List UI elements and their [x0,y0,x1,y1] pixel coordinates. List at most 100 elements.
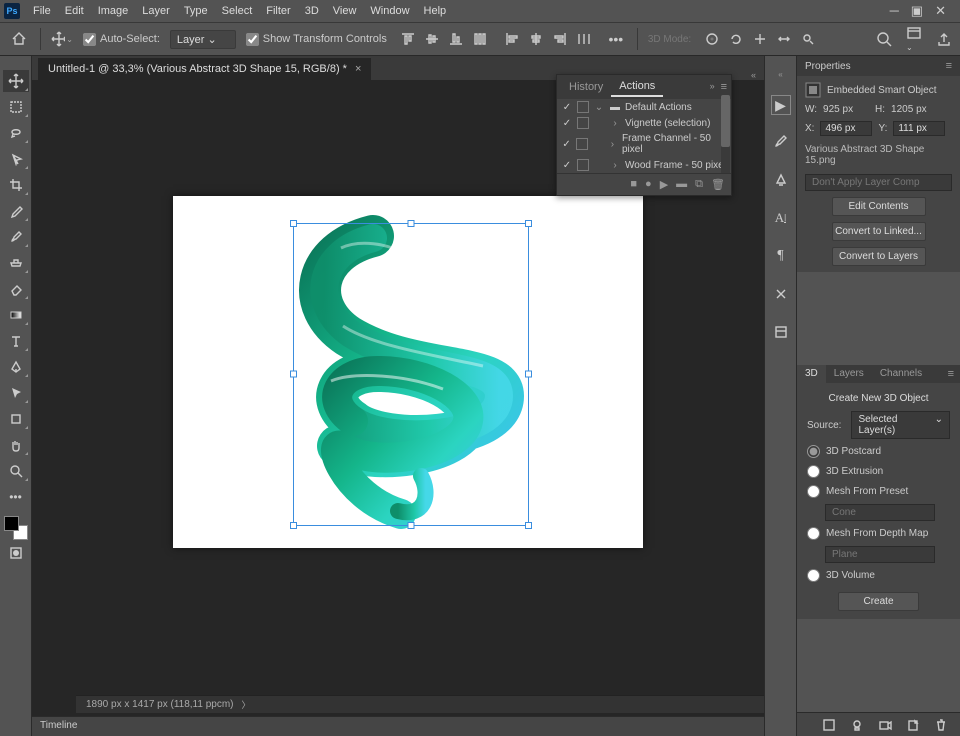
collapse-arrow-icon[interactable]: ⌄ [593,102,605,113]
auto-select-input[interactable] [83,33,96,46]
tab-history[interactable]: History [561,78,611,96]
check-icon[interactable]: ✓ [561,118,573,129]
collapse-strip-icon[interactable]: « [778,70,782,79]
clone-source-icon[interactable] [770,169,792,191]
menu-edit[interactable]: Edit [58,2,91,20]
play-icon[interactable]: ▶ [660,178,668,191]
trash-icon[interactable] [934,718,948,732]
align-hcenter-icon[interactable] [525,28,547,50]
document-tab[interactable]: Untitled-1 @ 33,3% (Various Abstract 3D … [38,58,371,80]
layer-comp-select[interactable]: Don't Apply Layer Comp [805,174,952,191]
transform-handle-w[interactable] [290,371,297,378]
properties-header[interactable]: Properties ≡ [797,56,960,76]
brush-tool[interactable] [3,226,29,248]
crop-tool[interactable] [3,174,29,196]
edit-contents-button[interactable]: Edit Contents [832,197,926,216]
menu-file[interactable]: File [26,2,58,20]
actions-panel[interactable]: History Actions » ≡ ✓ ⌄ ▬ Default Action… [556,74,732,196]
trash-icon[interactable]: 🗑 [711,178,725,191]
mode-box[interactable] [577,159,589,171]
render-icon[interactable] [822,718,836,732]
radio-mesh-preset[interactable]: Mesh From Preset [807,484,950,499]
convert-linked-button[interactable]: Convert to Linked... [832,222,926,241]
menu-help[interactable]: Help [417,2,454,20]
clone-stamp-tool[interactable] [3,252,29,274]
align-bottom-icon[interactable] [445,28,467,50]
status-menu-icon[interactable]: 〉 [242,698,251,711]
menu-window[interactable]: Window [363,2,416,20]
align-right-icon[interactable] [549,28,571,50]
menu-filter[interactable]: Filter [259,2,297,20]
transform-handle-sw[interactable] [290,522,297,529]
action-row[interactable]: ✓ › Vignette (selection) [557,115,731,131]
y-input[interactable] [893,121,945,136]
expand-arrow-icon[interactable]: › [609,118,621,129]
color-swatch[interactable] [6,518,26,538]
panel-menu-icon[interactable]: ≡ [942,365,960,383]
move-tool-icon[interactable]: ⌄ [51,28,73,50]
action-folder-row[interactable]: ✓ ⌄ ▬ Default Actions [557,99,731,115]
menu-image[interactable]: Image [91,2,136,20]
mode-box[interactable] [576,138,587,150]
record-icon[interactable]: ● [645,178,652,191]
transform-bounds[interactable] [293,223,529,526]
tab-3d[interactable]: 3D [797,365,826,383]
pen-tool[interactable] [3,356,29,378]
eyedropper-tool[interactable] [3,200,29,222]
quick-select-tool[interactable] [3,148,29,170]
show-transform-input[interactable] [246,33,259,46]
workspace-icon[interactable]: ⌄ [906,25,922,53]
actions-scrollbar[interactable] [721,95,730,173]
move-tool[interactable] [3,70,29,92]
path-select-tool[interactable] [3,382,29,404]
panel-menu-icon[interactable]: ≡ [946,60,952,72]
hand-tool[interactable] [3,434,29,456]
maximize-button[interactable]: ▣ [911,3,923,19]
auto-select-mode[interactable]: Layer ⌄ [170,30,236,49]
align-distribute-h-icon[interactable] [573,28,595,50]
slide-3d-icon[interactable] [773,28,795,50]
timeline-panel[interactable]: Timeline [32,716,764,736]
check-icon[interactable]: ✓ [561,139,572,150]
more-options-icon[interactable]: ••• [605,28,627,50]
eraser-tool[interactable] [3,278,29,300]
zoom-tool[interactable] [3,460,29,482]
mode-box[interactable] [577,117,589,129]
home-button[interactable] [8,28,30,50]
menu-select[interactable]: Select [215,2,260,20]
gradient-tool[interactable] [3,304,29,326]
align-vcenter-icon[interactable] [421,28,443,50]
align-top-icon[interactable] [397,28,419,50]
folder-icon[interactable]: ▬ [676,178,687,191]
new-icon[interactable] [906,718,920,732]
check-icon[interactable]: ✓ [561,160,573,171]
share-icon[interactable] [936,31,952,47]
light-icon[interactable] [850,718,864,732]
edit-toolbar[interactable]: ••• [3,486,29,508]
new-action-icon[interactable]: ⧉ [695,178,703,191]
character-panel-icon[interactable]: A| [770,207,792,229]
camera-icon[interactable] [878,718,892,732]
tab-channels[interactable]: Channels [872,365,930,383]
check-icon[interactable]: ✓ [561,102,573,113]
menu-3d[interactable]: 3D [298,2,326,20]
transform-handle-n[interactable] [408,220,415,227]
collapse-icon[interactable]: » [710,81,715,93]
marquee-tool[interactable] [3,96,29,118]
mode-box[interactable] [577,101,589,113]
libraries-icon[interactable] [770,321,792,343]
transform-handle-se[interactable] [525,522,532,529]
convert-layers-button[interactable]: Convert to Layers [832,247,926,266]
panel-menu-icon[interactable]: ≡ [721,81,727,93]
zoom-3d-icon[interactable] [797,28,819,50]
pan-3d-icon[interactable] [749,28,771,50]
show-transform-checkbox[interactable]: Show Transform Controls [246,33,387,46]
radio-postcard[interactable]: 3D Postcard [807,444,950,459]
brush-panel-icon[interactable] [770,131,792,153]
type-tool[interactable] [3,330,29,352]
radio-volume[interactable]: 3D Volume [807,568,950,583]
radio-mesh-depth[interactable]: Mesh From Depth Map [807,526,950,541]
transform-handle-ne[interactable] [525,220,532,227]
paragraph-panel-icon[interactable]: ¶ [770,245,792,267]
scrollbar-thumb[interactable] [721,95,730,147]
